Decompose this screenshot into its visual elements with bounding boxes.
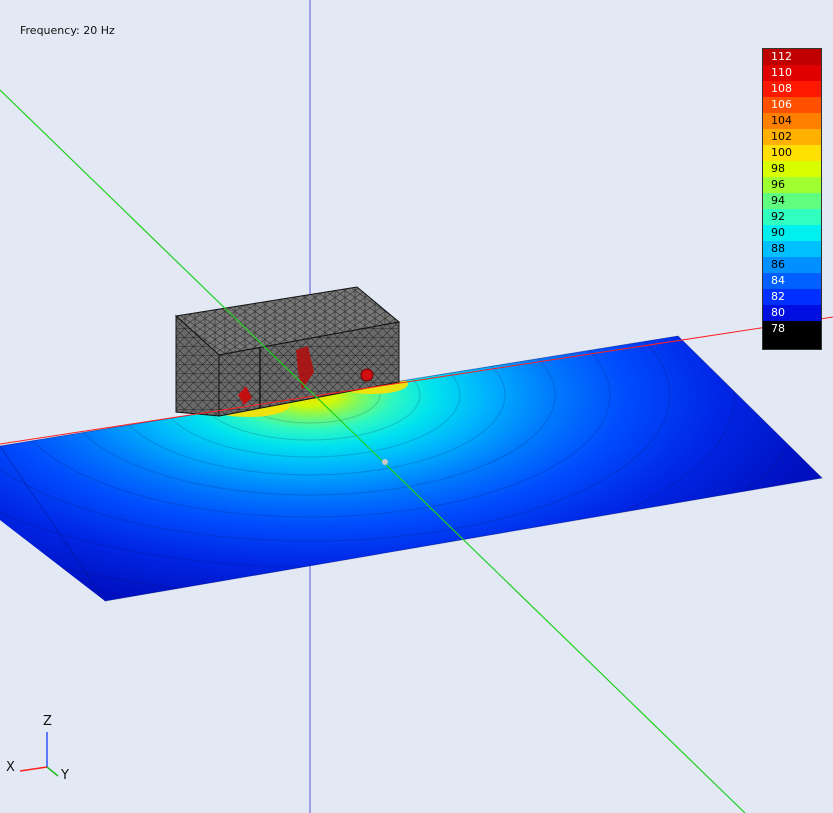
legend-entry: 96 bbox=[763, 177, 821, 193]
legend-entry: 92 bbox=[763, 209, 821, 225]
legend-entry: 94 bbox=[763, 193, 821, 209]
legend-entry: 100 bbox=[763, 145, 821, 161]
legend-entry: 88 bbox=[763, 241, 821, 257]
legend-entry: 98 bbox=[763, 161, 821, 177]
legend-entry: 104 bbox=[763, 113, 821, 129]
triad-z-label: Z bbox=[43, 714, 52, 729]
probe-point[interactable] bbox=[382, 459, 388, 465]
triad-x-label: X bbox=[6, 760, 15, 775]
legend-entry: 106 bbox=[763, 97, 821, 113]
color-legend: 112 110 108 106 104 102 100 98 96 94 92 90 88 86 84 82 8… bbox=[762, 48, 822, 350]
driver-right-icon bbox=[360, 368, 374, 382]
pressure-plane bbox=[0, 336, 822, 601]
orientation-triad bbox=[19, 732, 59, 777]
legend-entry: 102 bbox=[763, 129, 821, 145]
legend-entry: 108 bbox=[763, 81, 821, 97]
legend-entry: 90 bbox=[763, 225, 821, 241]
3d-viewport[interactable] bbox=[0, 0, 833, 813]
legend-entry: 112 bbox=[763, 49, 821, 65]
legend-entry: 110 bbox=[763, 65, 821, 81]
legend-entry: 82 bbox=[763, 289, 821, 305]
frequency-label: Frequency: 20 Hz bbox=[20, 24, 115, 37]
legend-entry: 84 bbox=[763, 273, 821, 289]
legend-entry: 80 bbox=[763, 305, 821, 321]
legend-entry: 86 bbox=[763, 257, 821, 273]
triad-y-label: Y bbox=[61, 768, 69, 783]
legend-entry: 78 bbox=[763, 321, 821, 337]
